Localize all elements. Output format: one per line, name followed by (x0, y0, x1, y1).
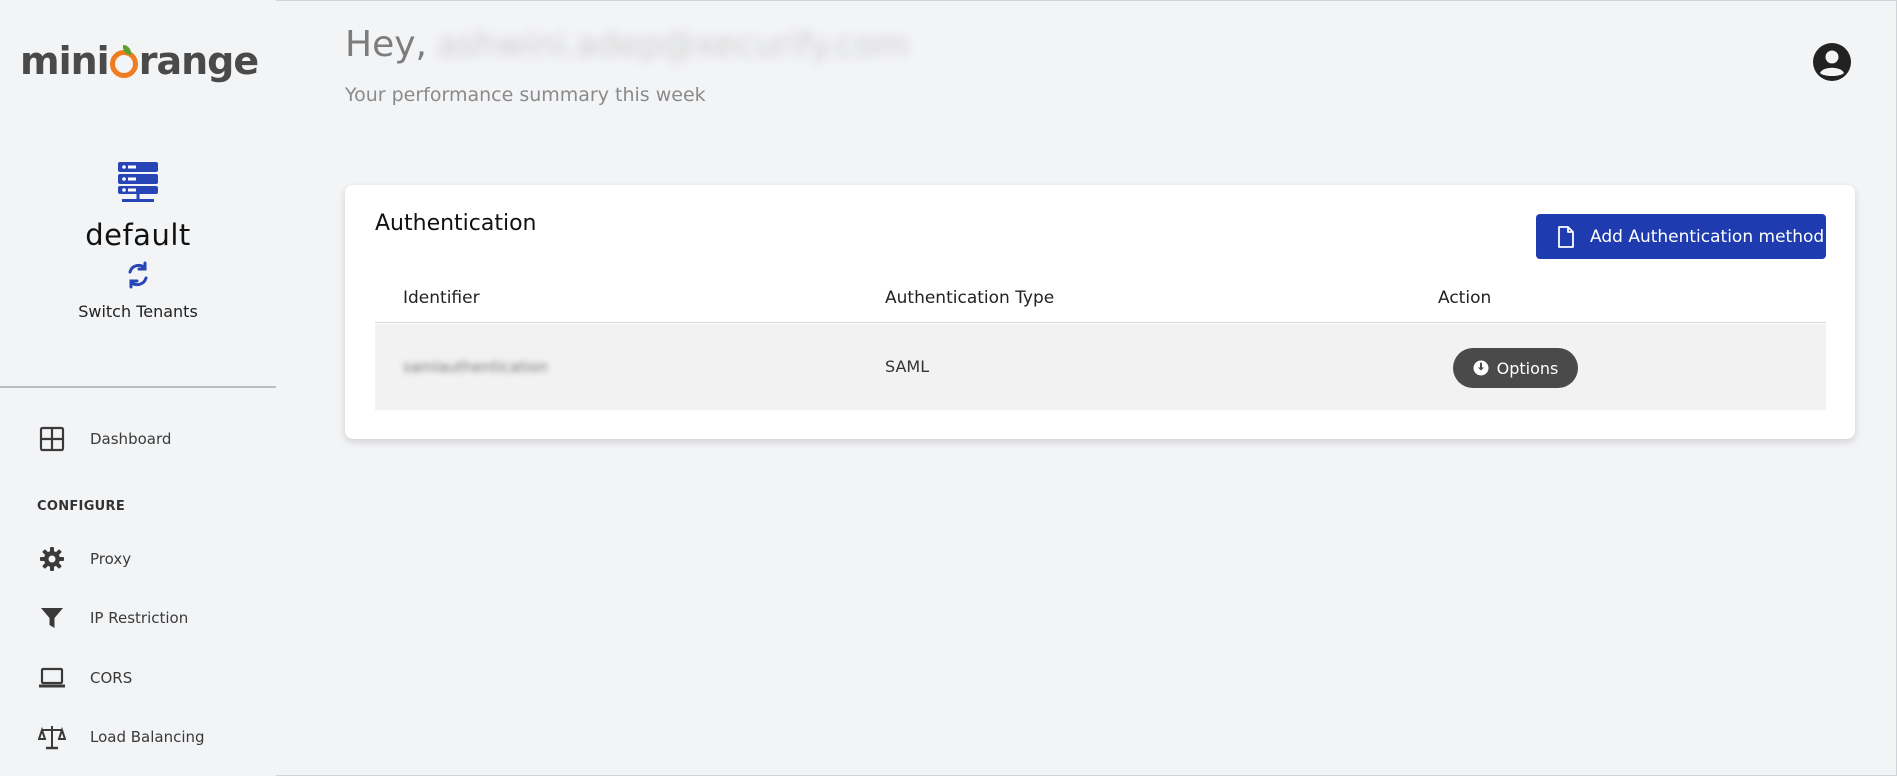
sidebar: mini range default Switch Tenants Dashbo… (0, 0, 276, 776)
column-header-identifier: Identifier (403, 288, 480, 308)
laptop-icon (39, 667, 65, 688)
sidebar-item-proxy[interactable]: Proxy (38, 543, 131, 575)
sidebar-item-label: Load Balancing (90, 728, 205, 746)
add-button-label: Add Authentication method (1590, 226, 1825, 247)
grid-icon (39, 426, 65, 452)
sidebar-item-label: CORS (90, 669, 133, 687)
section-label-configure: CONFIGURE (37, 499, 126, 514)
user-circle-icon[interactable] (1812, 42, 1852, 82)
authentication-card: Authentication Add Authentication method… (345, 185, 1855, 439)
gear-icon (40, 547, 64, 571)
sidebar-divider (0, 386, 276, 388)
sidebar-item-label: Dashboard (90, 430, 172, 448)
sidebar-item-dashboard[interactable]: Dashboard (38, 423, 171, 455)
authentication-type-cell: SAML (885, 357, 930, 376)
user-email: ashwini.adep@xecurify.com (436, 25, 909, 65)
options-button[interactable]: Options (1453, 348, 1578, 388)
greeting: Hey, ashwini.adep@xecurify.com (345, 24, 909, 65)
logo[interactable]: mini range (20, 36, 259, 86)
logo-text-end: range (138, 39, 259, 83)
page-subtitle: Your performance summary this week (345, 84, 706, 106)
sidebar-item-cors[interactable]: CORS (38, 662, 132, 694)
table-header: Identifier Authentication Type Action (375, 273, 1826, 323)
options-label: Options (1496, 358, 1559, 378)
filter-icon (41, 608, 63, 628)
tenant-block: default Switch Tenants (0, 160, 276, 321)
table-row: samlauthentication SAML Options (375, 324, 1826, 410)
greeting-prefix: Hey, (345, 24, 427, 65)
logo-orange-icon (109, 45, 138, 78)
server-icon (118, 162, 158, 202)
column-header-authentication-type: Authentication Type (885, 288, 1055, 308)
identifier-cell: samlauthentication (403, 358, 548, 376)
tenant-name: default (85, 218, 191, 252)
sidebar-item-label: Proxy (90, 550, 132, 568)
logo-text-start: mini (20, 39, 110, 83)
switch-tenants-link[interactable]: Switch Tenants (78, 302, 198, 321)
column-header-action: Action (1438, 288, 1492, 308)
add-authentication-method-button[interactable]: Add Authentication method (1536, 214, 1826, 259)
sidebar-item-label: IP Restriction (90, 609, 189, 627)
sidebar-item-ip-restriction[interactable]: IP Restriction (38, 602, 188, 634)
scale-icon (38, 726, 66, 750)
refresh-icon[interactable] (123, 260, 153, 290)
download-circle-icon (1473, 360, 1489, 376)
card-title: Authentication (375, 211, 537, 236)
sidebar-item-load-balancing[interactable]: Load Balancing (38, 721, 205, 753)
document-icon (1558, 225, 1574, 248)
